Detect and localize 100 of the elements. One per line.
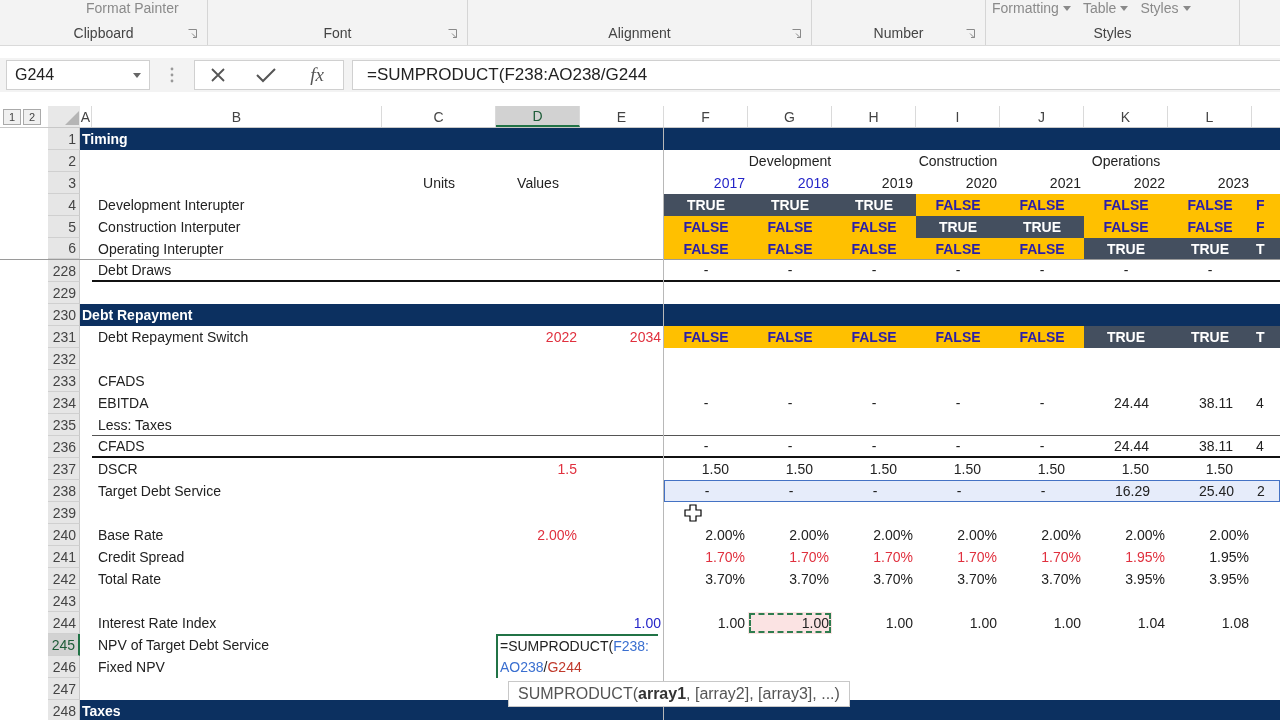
row-header[interactable]: 246 (48, 656, 80, 678)
table-cell: TRUE (1084, 238, 1168, 259)
row-header[interactable]: 238 (48, 480, 80, 502)
outline-level-button[interactable]: 2 (23, 108, 41, 125)
table-cell-text: 1.00 (968, 614, 998, 633)
row-header[interactable]: 4 (48, 194, 80, 216)
table-cell-text: 2 (1256, 482, 1266, 501)
table-cell-text: - (703, 482, 711, 501)
drag-handle-icon[interactable] (170, 67, 174, 83)
section-header: Debt Repayment (80, 304, 1280, 326)
table-cell-text: 3.95% (1124, 570, 1166, 589)
row-header[interactable]: 231 (48, 326, 80, 348)
row-header[interactable]: 242 (48, 568, 80, 590)
cell-editor[interactable]: =SUMPRODUCT(F238: AO238/G244 (496, 634, 658, 678)
table-cell: FALSE (832, 216, 916, 238)
table-cell: 1.00 (748, 612, 832, 634)
table-cell-text: 16.29 (1113, 482, 1151, 501)
row-header[interactable]: 236 (48, 436, 80, 458)
row-header[interactable]: 232 (48, 348, 80, 370)
row-header[interactable]: 5 (48, 216, 80, 238)
table-cell-text: 2022 (1132, 174, 1166, 193)
row-header[interactable]: 241 (48, 546, 80, 568)
row-header[interactable]: 230 (48, 304, 80, 326)
row-header[interactable]: 228 (48, 260, 80, 282)
row-header[interactable]: 235 (48, 414, 80, 436)
row-header[interactable]: 245 (48, 634, 80, 656)
table-cell-text: 1.50 (784, 460, 814, 479)
row-label: Fixed NPV (98, 659, 165, 675)
row-header[interactable]: 243 (48, 590, 80, 612)
table-cell-text: - (870, 437, 878, 456)
table-cell: FALSE (748, 216, 832, 238)
check-icon[interactable] (256, 67, 277, 83)
table-cell-text: 2.00% (1208, 526, 1250, 545)
dialog-launcher-icon[interactable] (188, 29, 197, 38)
cancel-icon[interactable] (210, 67, 227, 83)
name-box[interactable]: G244 (6, 60, 150, 90)
column-header[interactable]: E (580, 106, 664, 127)
table-cell-text: 1.50 (952, 460, 982, 479)
table-cell-text: 1.04 (1136, 614, 1166, 633)
column-header[interactable]: D (496, 106, 580, 127)
table-cell-text: - (786, 437, 794, 456)
row-label: Interest Rate Index (98, 615, 217, 631)
row-header[interactable]: 233 (48, 370, 80, 392)
table-cell-text: 2.00% (1124, 526, 1166, 545)
column-header[interactable]: A (80, 106, 92, 127)
row-label: CFADS (98, 373, 145, 389)
table-cell: FALSE (748, 238, 832, 259)
row-header[interactable]: 239 (48, 502, 80, 524)
table-cell-text: 3.70% (788, 570, 830, 589)
row-header[interactable]: 6 (48, 238, 80, 259)
table-cell-text: - (1038, 437, 1046, 456)
table-cell-text: - (1122, 261, 1130, 280)
row-header[interactable]: 248 (48, 700, 80, 720)
row-label: Credit Spread (98, 549, 185, 565)
table-cell-text: - (702, 437, 710, 456)
column-header[interactable]: J (1000, 106, 1084, 127)
cursor-icon (684, 504, 702, 522)
row-header[interactable]: 237 (48, 458, 80, 480)
insert-function-button[interactable]: fx (306, 64, 328, 86)
table-cell-text: 4 (1255, 437, 1265, 456)
row-header[interactable]: 234 (48, 392, 80, 414)
row-header[interactable]: 2 (48, 150, 80, 172)
function-tooltip: SUMPRODUCT(array1, [array2], [array3], ...) (508, 681, 850, 707)
row-label: DSCR (98, 461, 138, 477)
row-label: Less: Taxes (98, 416, 172, 433)
table-cell-text: - (1038, 261, 1046, 280)
select-all-icon[interactable] (65, 111, 79, 125)
row-header[interactable]: 240 (48, 524, 80, 546)
column-header[interactable]: H (832, 106, 916, 127)
dialog-launcher-icon[interactable] (792, 29, 801, 38)
column-header[interactable]: I (916, 106, 1000, 127)
row-label: Total Rate (98, 571, 162, 587)
group-label: Font (323, 25, 352, 41)
column-header[interactable]: G (748, 106, 832, 127)
column-header[interactable]: F (664, 106, 748, 127)
column-header[interactable]: L (1168, 106, 1252, 127)
column-heading: Values (517, 175, 559, 191)
table-cell-text: 1.70% (872, 548, 914, 567)
group-label: Alignment (608, 25, 671, 41)
formula-field[interactable]: =SUMPRODUCT(F238:AO238/G244 (352, 60, 1280, 90)
table-cell: TRUE (748, 194, 832, 216)
table-cell-text: - (786, 261, 794, 280)
row-header[interactable]: 3 (48, 172, 80, 194)
column-header[interactable]: B (92, 106, 382, 127)
row-header[interactable]: 1 (48, 128, 80, 150)
table-cell-text: 1.70% (1040, 548, 1082, 567)
caret-icon (133, 72, 141, 78)
table-cell-text: - (702, 394, 710, 413)
dialog-launcher-icon[interactable] (448, 29, 457, 38)
row-header[interactable]: 247 (48, 678, 80, 700)
row-header[interactable]: 244 (48, 612, 80, 634)
table-cell-text: 1.00 (884, 614, 914, 633)
row-header[interactable]: 229 (48, 282, 80, 304)
table-cell: TRUE (1084, 326, 1168, 348)
table-cell: 2022 (545, 329, 577, 345)
column-header[interactable]: K (1084, 106, 1168, 127)
table-cell-text: 1.00 (1052, 614, 1082, 633)
dialog-launcher-icon[interactable] (966, 29, 975, 38)
outline-level-button[interactable]: 1 (3, 108, 21, 125)
table-cell: FALSE (832, 238, 916, 259)
